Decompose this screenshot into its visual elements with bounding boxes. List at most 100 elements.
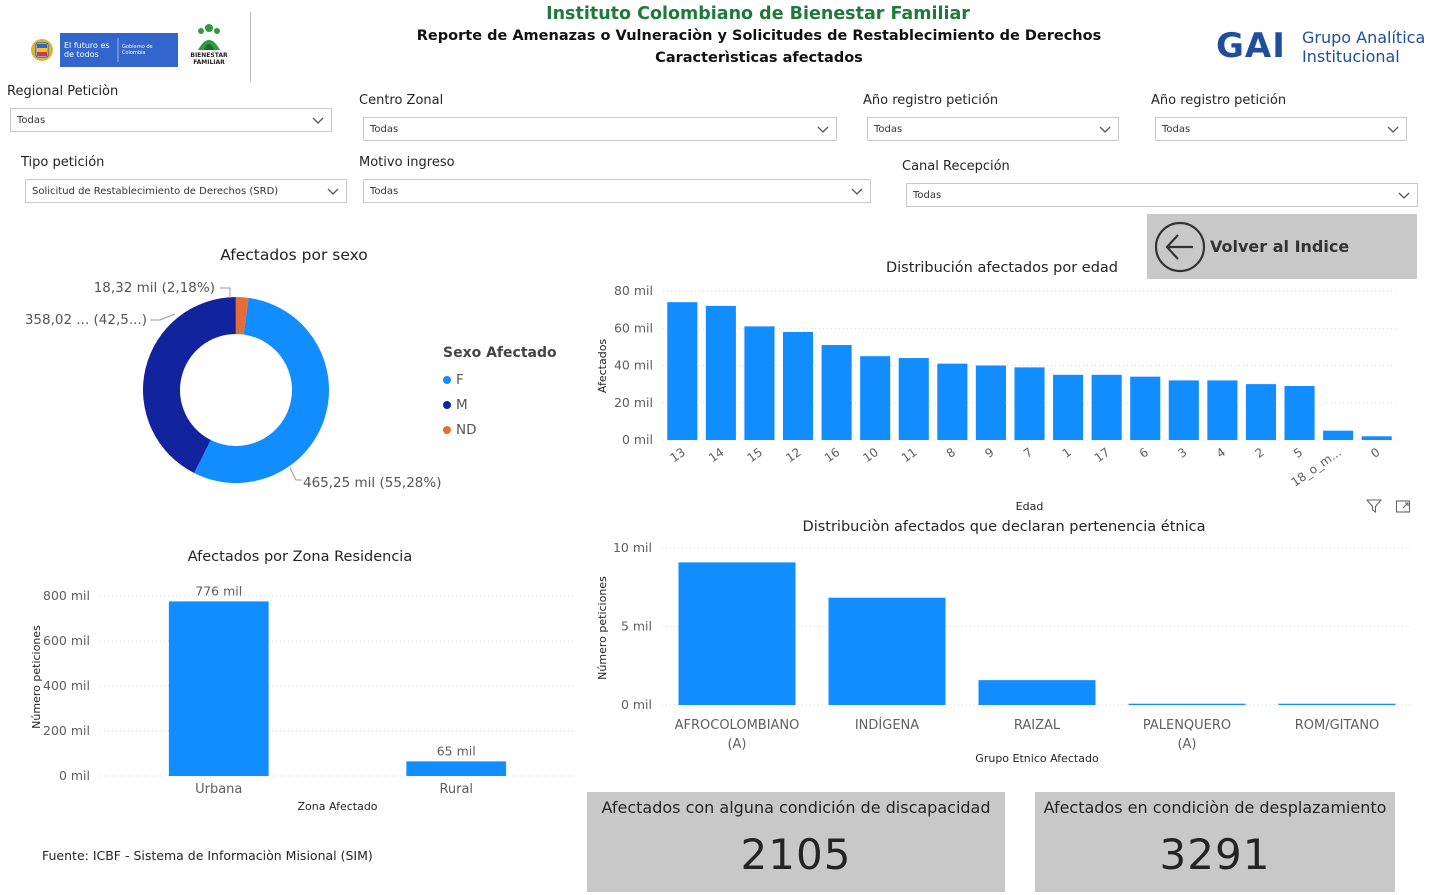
source-note: Fuente: ICBF - Sistema de Informaciòn Mi…: [42, 848, 373, 863]
x-tick-label: 12: [783, 445, 804, 465]
filter-motivo-dropdown[interactable]: Todas: [363, 179, 871, 203]
bar-afrocolombiano-a-: [678, 562, 796, 705]
edad-chart-title: Distribución afectados por edad: [885, 260, 1119, 276]
donut-data-label: 18,32 mil (2,18%): [94, 280, 215, 296]
bar-5: [1284, 385, 1315, 440]
bar-4: [1207, 380, 1238, 440]
chevron-down-icon: [1099, 126, 1111, 133]
bar-ind-gena: [828, 597, 946, 705]
bar-13: [667, 302, 698, 440]
legend-dot: [443, 425, 451, 434]
kpi-desplazamiento-card: Afectados en condiciòn de desplazamiento…: [1035, 792, 1395, 892]
donut-data-label: 465,25 mil (55,28%): [303, 475, 441, 491]
y-axis-title: Número peticiones: [30, 625, 43, 729]
sexo-legend: F M ND: [443, 367, 477, 442]
x-tick-label-line2: (A): [1177, 737, 1196, 752]
bar-1: [1053, 374, 1084, 440]
y-tick-label: 40 mil: [614, 358, 653, 373]
chevron-down-icon: [1398, 192, 1410, 199]
filter-anio2-dropdown[interactable]: Todas: [1155, 117, 1407, 141]
gai-logo: GAI Grupo Analítica Institucional: [1216, 24, 1430, 72]
filter-anio2-label: Año registro petición: [1151, 93, 1287, 108]
filter-regional-dropdown[interactable]: Todas: [10, 108, 332, 132]
filter-tipo-label: Tipo petición: [21, 155, 105, 170]
edad-bar-chart: 0 mil20 mil40 mil60 mil80 mil13 14 15 12 16 1…: [596, 283, 1396, 513]
filter-canal-dropdown[interactable]: Todas: [906, 183, 1418, 207]
x-tick-label: RAIZAL: [1014, 718, 1061, 733]
logo-icbf-text: BIENESTAR FAMILIAR: [190, 52, 228, 66]
legend-item-nd[interactable]: ND: [443, 417, 477, 442]
bar-11: [898, 358, 929, 440]
filter-canal-value: Todas: [913, 189, 942, 201]
y-tick-label: 600 mil: [43, 633, 90, 648]
page-title: Instituto Colombiano de Bienestar Famili…: [546, 4, 970, 24]
y-axis-title: Número peticiones: [596, 576, 609, 680]
legend-label: ND: [456, 421, 477, 438]
logo-gobierno: El futuro es de todos Gobierno de Colomb…: [26, 33, 178, 67]
x-tick-label: 1: [1060, 445, 1074, 461]
etnia-chart-title: Distribuciòn afectados que declaran pert…: [802, 519, 1206, 535]
y-tick-label: 0 mil: [59, 768, 90, 783]
y-tick-label: 80 mil: [614, 283, 653, 298]
legend-label: F: [456, 371, 464, 388]
x-tick-label: 8: [944, 445, 958, 461]
filter-centro-dropdown[interactable]: Todas: [363, 117, 837, 141]
x-axis-title: Zona Afectado: [297, 800, 377, 813]
filter-regional-label: Regional Peticiòn: [7, 84, 119, 99]
back-to-index-button[interactable]: Volver al Indice: [1147, 214, 1417, 279]
filter-anio2-value: Todas: [1162, 123, 1191, 135]
y-axis-title: Afectados: [596, 339, 609, 394]
donut-data-label: 358,02 ... (42,5...): [25, 312, 147, 328]
bar-12: [782, 331, 814, 440]
chevron-down-icon: [851, 188, 863, 195]
x-axis-title: Edad: [1016, 500, 1044, 513]
sexo-donut-chart: 465,25 mil (55,28%) 358,02 ... (42,5...) 1…: [25, 280, 442, 491]
arrow-left-circle-icon: [1154, 221, 1206, 273]
x-tick-label: 16: [822, 445, 843, 465]
filter-centro-value: Todas: [370, 123, 399, 135]
back-button-label: Volver al Indice: [1210, 237, 1350, 256]
legend-dot: [443, 400, 451, 409]
y-tick-label: 5 mil: [621, 619, 652, 634]
bar-2: [1245, 384, 1277, 440]
x-tick-label: 5: [1291, 445, 1305, 461]
bar-data-label: 776 mil: [195, 583, 242, 598]
y-tick-label: 0 mil: [621, 697, 652, 712]
legend-item-m[interactable]: M: [443, 392, 477, 417]
donut-leader-line: [289, 467, 302, 481]
filter-canal-label: Canal Recepción: [902, 159, 1010, 174]
bar-rural: [406, 761, 507, 776]
bar-9: [975, 365, 1006, 440]
legend-item-f[interactable]: F: [443, 367, 477, 392]
filter-anio1-label: Año registro petición: [863, 93, 999, 108]
chevron-down-icon: [1387, 126, 1399, 133]
etnia-bar-chart: 0 mil 5 mil 10 mil AFROCOLOMBIANO (A) INDÍGEN…: [596, 540, 1412, 765]
bar-10: [860, 356, 891, 440]
bar-data-label: 65 mil: [437, 743, 476, 758]
x-tick-label: 4: [1214, 445, 1228, 461]
kpi-desplazamiento-title: Afectados en condiciòn de desplazamiento: [1043, 798, 1387, 817]
kpi-discapacidad-title: Afectados con alguna condición de discap…: [601, 798, 991, 817]
bar-3: [1168, 380, 1199, 440]
filter-icon[interactable]: [1366, 498, 1382, 514]
x-axis-title: Grupo Etnico Afectado: [975, 752, 1099, 765]
filter-motivo-label: Motivo ingreso: [359, 155, 455, 170]
bar-0: [1361, 436, 1392, 440]
filter-anio1-dropdown[interactable]: Todas: [867, 117, 1119, 141]
donut-leader-line: [150, 313, 176, 321]
kpi-discapacidad-card: Afectados con alguna condición de discap…: [587, 792, 1005, 892]
bar-8: [937, 363, 968, 440]
y-tick-label: 20 mil: [614, 395, 653, 410]
legend-dot: [443, 375, 451, 384]
x-tick-label: 10: [860, 445, 881, 465]
page-subtitle: Reporte de Amenazas o Vulneraciòn y Soli…: [416, 28, 1102, 44]
x-tick-label: 13: [667, 445, 688, 465]
filter-tipo-dropdown[interactable]: Solicitud de Restablecimiento de Derecho…: [25, 179, 347, 203]
page-subtitle-2: Caracterìsticas afectados: [655, 50, 863, 66]
logo-icbf: BIENESTAR FAMILIAR: [190, 22, 228, 68]
focus-mode-icon[interactable]: [1395, 498, 1411, 514]
kpi-discapacidad-value: 2105: [740, 830, 852, 879]
bar-urbana: [168, 601, 269, 776]
bar-18-o-m-: [1323, 430, 1354, 440]
gai-name-2: Institucional: [1302, 47, 1400, 66]
